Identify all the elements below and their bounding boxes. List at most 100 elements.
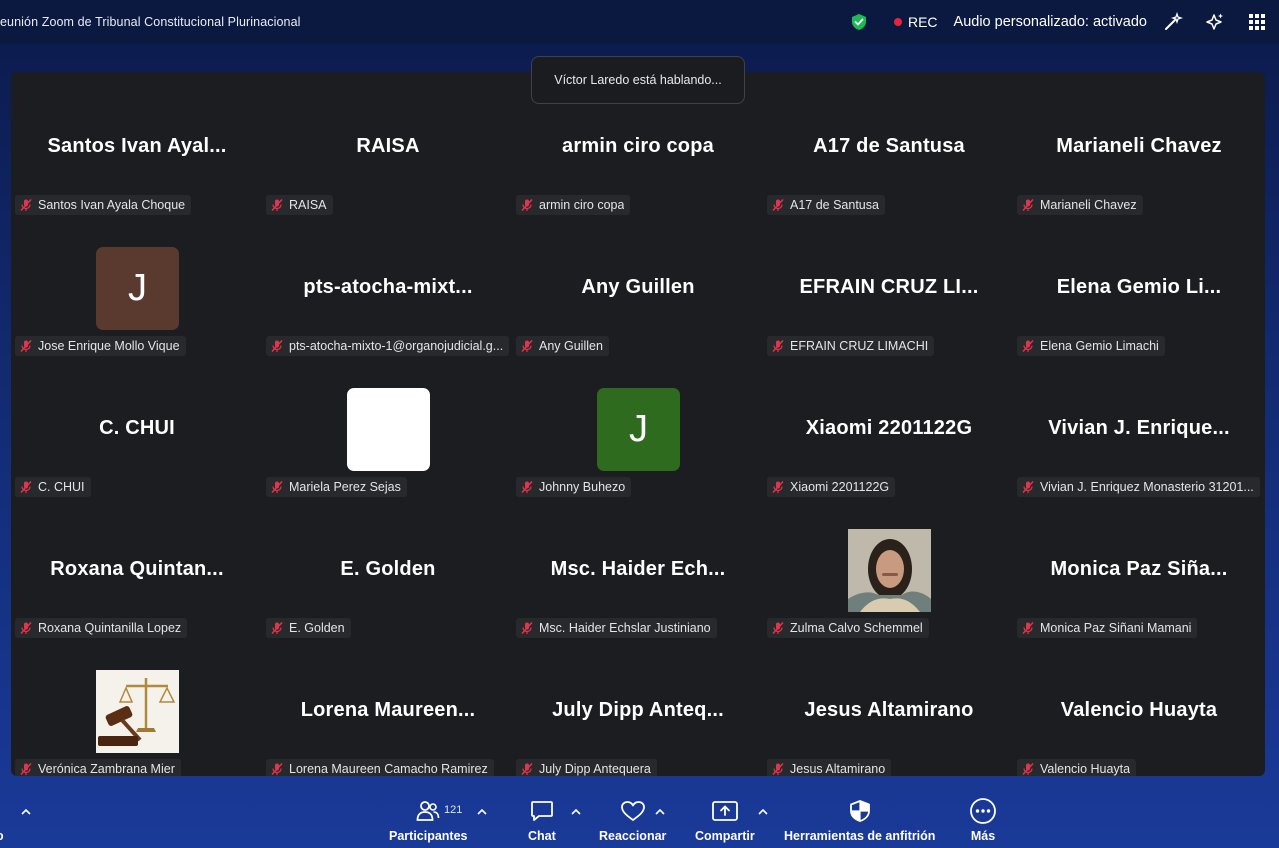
muted-mic-icon	[20, 621, 32, 635]
participant-name-text: Vivian J. Enriquez Monasterio 31201...	[1040, 480, 1254, 494]
participant-name-label: EFRAIN CRUZ LIMACHI	[767, 336, 935, 356]
host-tools-button[interactable]: Herramientas de anfitrión	[784, 786, 935, 843]
participant-tile[interactable]: C. CHUI C. CHUI	[12, 359, 262, 500]
muted-mic-icon	[521, 339, 533, 353]
magic-wand-icon[interactable]	[1163, 12, 1183, 32]
participant-tile[interactable]: Elena Gemio Li... Elena Gemio Limachi	[1014, 218, 1264, 359]
participant-tile[interactable]: Any Guillen Any Guillen	[513, 218, 763, 359]
participant-name-text: Xiaomi 2201122G	[790, 480, 890, 494]
muted-mic-icon	[271, 198, 283, 212]
participant-tile[interactable]: July Dipp Anteq... July Dipp Antequera	[513, 641, 763, 776]
participant-name-label: Marianeli Chavez	[1017, 195, 1143, 215]
participant-display-name: Msc. Haider Ech...	[550, 558, 726, 580]
participant-tile[interactable]: Jesus Altamirano Jesus Altamirano	[764, 641, 1014, 776]
participant-tile[interactable]: Roxana Quintan... Roxana Quintanilla Lope…	[12, 500, 262, 641]
participant-tile[interactable]: EFRAIN CRUZ LI... EFRAIN CRUZ LIMACHI	[764, 218, 1014, 359]
participant-tile[interactable]: Marianeli Chavez Marianeli Chavez	[1014, 77, 1264, 218]
participant-tile[interactable]: A17 de Santusa A17 de Santusa	[764, 77, 1014, 218]
more-ellipsis-icon	[970, 798, 996, 824]
participant-name-label: Johnny Buhezo	[516, 477, 632, 497]
muted-mic-icon	[1022, 198, 1034, 212]
participant-name-label: Verónica Zambrana Mier	[15, 759, 181, 776]
participant-name-text: pts-atocha-mixto-1@organojudicial.g...	[289, 339, 504, 353]
muted-mic-icon	[20, 198, 32, 212]
participant-name-text: Santos Ivan Ayala Choque	[38, 198, 186, 212]
muted-mic-icon	[1022, 762, 1034, 776]
participant-name-text: RAISA	[289, 198, 327, 212]
participant-tile[interactable]: Lorena Maureen... Lorena Maureen Camacho …	[263, 641, 513, 776]
participant-display-name: A17 de Santusa	[813, 135, 965, 157]
participant-name-text: Valencio Huayta	[1040, 762, 1131, 776]
participant-tile[interactable]: Zulma Calvo Schemmel	[764, 500, 1014, 641]
recording-indicator[interactable]: REC	[893, 14, 938, 30]
participant-display-name: Monica Paz Siña...	[1050, 558, 1228, 580]
audio-options-chevron-up-icon[interactable]	[20, 806, 32, 816]
participant-name-label: Any Guillen	[516, 336, 609, 356]
meeting-toolbar: o Participantes 121 Chat	[0, 786, 1279, 848]
host-tools-label: Herramientas de anfitrión	[784, 829, 936, 843]
share-options-chevron-up-icon[interactable]	[757, 806, 769, 816]
ai-sparkle-icon[interactable]	[1205, 12, 1225, 32]
muted-mic-icon	[772, 339, 784, 353]
participant-name-label: A17 de Santusa	[767, 195, 885, 215]
participant-tile[interactable]: Vivian J. Enrique... Vivian J. Enriquez M…	[1014, 359, 1264, 500]
participant-tile[interactable]: E. Golden E. Golden	[263, 500, 513, 641]
participant-display-name: Vivian J. Enrique...	[1048, 417, 1230, 439]
muted-mic-icon	[271, 339, 283, 353]
share-button[interactable]: Compartir	[695, 786, 755, 843]
react-options-chevron-up-icon[interactable]	[654, 806, 666, 816]
active-speaker-toast: Víctor Laredo está hablando...	[531, 56, 745, 104]
participant-tile[interactable]: J Jose Enrique Mollo Vique	[12, 218, 262, 359]
participant-tile[interactable]: Santos Ivan Ayal... Santos Ivan Ayala Cho…	[12, 77, 262, 218]
title-bar: eunión Zoom de Tribunal Constitucional P…	[0, 0, 1279, 44]
muted-mic-icon	[271, 762, 283, 776]
participants-options-chevron-up-icon[interactable]	[476, 806, 488, 816]
participant-display-name: EFRAIN CRUZ LI...	[799, 276, 979, 298]
participant-name-label: July Dipp Antequera	[516, 759, 657, 776]
muted-mic-icon	[521, 762, 533, 776]
participant-tile[interactable]: J Johnny Buhezo	[513, 359, 763, 500]
share-label: Compartir	[695, 829, 755, 843]
participant-tile[interactable]: Monica Paz Siña... Monica Paz Siñani Mama…	[1014, 500, 1264, 641]
host-shield-icon	[849, 800, 870, 822]
audio-button-label: o	[0, 829, 4, 843]
more-label: Más	[970, 829, 996, 843]
participant-display-name: pts-atocha-mixt...	[303, 276, 473, 298]
participant-name-label: Santos Ivan Ayala Choque	[15, 195, 192, 215]
audio-button-partial[interactable]: o	[0, 786, 4, 843]
participant-name-text: Any Guillen	[539, 339, 603, 353]
participant-name-label: Valencio Huayta	[1017, 759, 1137, 776]
view-grid-icon[interactable]	[1247, 12, 1267, 32]
participant-name-label: RAISA	[266, 195, 333, 215]
more-button[interactable]: Más	[969, 786, 997, 843]
chat-button[interactable]: Chat	[528, 786, 556, 843]
participant-name-text: A17 de Santusa	[790, 198, 879, 212]
muted-mic-icon	[772, 762, 784, 776]
participant-tile[interactable]: Valencio Huayta Valencio Huayta	[1014, 641, 1264, 776]
muted-mic-icon	[271, 480, 283, 494]
participant-name-label: Monica Paz Siñani Mamani	[1017, 618, 1198, 638]
participant-name-text: Johnny Buhezo	[539, 480, 626, 494]
participant-name-text: EFRAIN CRUZ LIMACHI	[790, 339, 929, 353]
participant-name-text: armin ciro copa	[539, 198, 625, 212]
participant-display-name: Elena Gemio Li...	[1056, 276, 1222, 298]
participant-tile[interactable]: Msc. Haider Ech... Msc. Haider Echslar Ju…	[513, 500, 763, 641]
participant-tile[interactable]: Xiaomi 2201122G Xiaomi 2201122G	[764, 359, 1014, 500]
participant-name-label: Elena Gemio Limachi	[1017, 336, 1165, 356]
avatar-blank-picture	[347, 388, 430, 471]
participant-tile[interactable]: pts-atocha-mixt... pts-atocha-mixto-1@org…	[263, 218, 513, 359]
chat-options-chevron-up-icon[interactable]	[570, 806, 582, 816]
participant-tile[interactable]: RAISA RAISA	[263, 77, 513, 218]
encryption-shield-icon[interactable]	[850, 13, 868, 31]
react-label: Reaccionar	[599, 829, 667, 843]
muted-mic-icon	[1022, 339, 1034, 353]
participant-name-text: July Dipp Antequera	[539, 762, 651, 776]
participant-display-name: armin ciro copa	[562, 135, 714, 157]
participant-name-label: Jesus Altamirano	[767, 759, 892, 776]
participant-name-text: Mariela Perez Sejas	[289, 480, 401, 494]
participant-gallery: Santos Ivan Ayal... Santos Ivan Ayala Cho…	[11, 72, 1265, 776]
participant-tile[interactable]: Mariela Perez Sejas	[263, 359, 513, 500]
participant-name-label: Jose Enrique Mollo Vique	[15, 336, 186, 356]
custom-audio-status[interactable]: Audio personalizado: activado	[954, 14, 1147, 30]
participant-tile[interactable]: Verónica Zambrana Mier	[12, 641, 262, 776]
